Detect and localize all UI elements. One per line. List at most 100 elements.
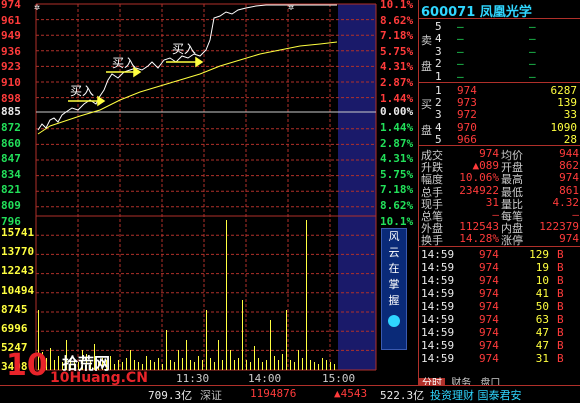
bid-price: 972 — [457, 108, 477, 122]
volume-bar — [294, 362, 295, 370]
volume-axis-label: 6996 — [1, 322, 28, 335]
volume-bar — [286, 310, 287, 370]
volume-bar — [226, 220, 227, 370]
tick-time: 14:59 — [421, 300, 455, 313]
tick-side: B — [557, 352, 564, 365]
tick-side: B — [557, 339, 564, 352]
volume-bar — [330, 362, 331, 370]
percent-axis-label: 0.00% — [380, 105, 414, 118]
buy-annotation: 买入 — [172, 42, 197, 56]
tick-time: 14:59 — [421, 313, 455, 326]
ask-price: — — [457, 32, 464, 46]
ask-price: — — [457, 44, 464, 58]
stat-value: 112543 — [459, 220, 499, 234]
volume-bar — [250, 362, 251, 370]
volume-bar — [158, 358, 159, 370]
tick-volume: 47 — [535, 326, 549, 339]
stat-value: 122379 — [539, 220, 579, 234]
volume-bar — [150, 360, 151, 370]
percent-axis-label: 8.62% — [380, 199, 414, 212]
bid-label: 盘 — [421, 124, 432, 137]
tick-price: 974 — [479, 352, 499, 365]
stat-label: 总手 — [421, 185, 443, 199]
ask-price: — — [457, 69, 464, 83]
bid-volume: 139 — [557, 96, 577, 110]
volume-bar — [214, 362, 215, 370]
stat-value: 974 — [559, 232, 579, 246]
bid-price: 970 — [457, 120, 477, 134]
percent-axis-label: 10.1% — [380, 0, 414, 11]
percent-axis-label: 5.75% — [380, 44, 414, 58]
volume-bar — [322, 358, 323, 370]
tick-price: 974 — [479, 261, 499, 274]
percent-axis-label: 2.87% — [380, 136, 414, 150]
buy-annotation: 买入 — [112, 56, 137, 70]
volume-bar — [282, 354, 283, 370]
volume-bar — [246, 360, 247, 370]
tick-volume: 41 — [535, 287, 549, 300]
ask-level: 5 — [435, 20, 442, 33]
percent-axis-label: 4.31% — [380, 152, 414, 166]
globe-icon — [388, 315, 400, 327]
tick-side: B — [557, 261, 564, 274]
stat-value: 4.32 — [552, 195, 580, 209]
tick-price: 974 — [479, 248, 499, 261]
stat-label: 涨停 — [501, 234, 523, 248]
index-change: ▲4543 — [334, 387, 368, 400]
volume-bar — [154, 362, 155, 370]
volume-bar — [278, 360, 279, 370]
tick-side: B — [557, 248, 564, 261]
fengyun-button[interactable]: 风云 在掌 握 — [381, 228, 407, 350]
volume-axis-label: 8745 — [1, 302, 28, 316]
price-axis-label: 974 — [1, 0, 21, 11]
volume-bar — [242, 300, 243, 370]
stat-value: — — [492, 208, 499, 221]
bid-level: 3 — [435, 108, 442, 122]
ask-level: 4 — [435, 32, 442, 46]
bid-level: 5 — [435, 132, 442, 146]
tick-price: 974 — [479, 274, 499, 287]
index-value: 1194876 — [250, 387, 297, 400]
volume-bar — [314, 362, 315, 370]
percent-axis-label: 10.1% — [380, 214, 414, 228]
ask-level: 3 — [435, 44, 442, 58]
bid-volume: 33 — [563, 108, 577, 122]
stat-value: 234922 — [459, 183, 499, 197]
ask-label: 卖 — [421, 34, 432, 47]
stat-value: 974 — [479, 147, 499, 160]
price-axis-label: 872 — [1, 121, 21, 134]
bid-level: 1 — [435, 84, 442, 97]
intraday-chart[interactable]: ✲ ✲ — [0, 0, 420, 402]
ask-volume: — — [529, 32, 536, 46]
volume-bar — [146, 356, 147, 370]
price-axis-label: 949 — [1, 29, 21, 43]
bid-label: 买 — [421, 98, 432, 111]
tick-time: 14:59 — [421, 261, 455, 274]
tick-side: B — [557, 300, 564, 313]
tick-time: 14:59 — [421, 326, 455, 339]
stat-label: 总笔 — [421, 210, 443, 223]
ask-volume: — — [529, 20, 536, 33]
volume-bar — [178, 350, 179, 370]
stat-value: 862 — [559, 159, 579, 173]
stat-value: 10.06% — [459, 171, 499, 185]
stat-value: 14.28% — [459, 232, 499, 246]
news-ticker[interactable]: 投资理财 国泰君安 — [430, 387, 522, 403]
svg-text:✲: ✲ — [288, 2, 294, 13]
stat-label: 外盘 — [421, 222, 443, 236]
stat-label: 均价 — [501, 149, 523, 162]
price-axis-label: 847 — [1, 152, 21, 166]
ask-price: — — [457, 20, 464, 33]
volume-bar — [194, 362, 195, 370]
volume-bar — [206, 310, 207, 370]
index-amount: 709.3亿 — [148, 389, 193, 402]
ask-level: 2 — [435, 57, 442, 71]
stat-label: 现手 — [421, 197, 443, 211]
stock-title: 600071 凤凰光学 — [421, 5, 532, 20]
volume-bar — [258, 358, 259, 370]
tick-time: 14:59 — [421, 339, 455, 352]
quote-panel: 600071 凤凰光学 卖盘 5— —4— —3— —2— —1— — 买盘 1 974 6287… — [418, 0, 580, 402]
volume-axis-label: 12243 — [1, 264, 35, 278]
tick-price: 974 — [479, 313, 499, 326]
volume-bar — [210, 358, 211, 370]
